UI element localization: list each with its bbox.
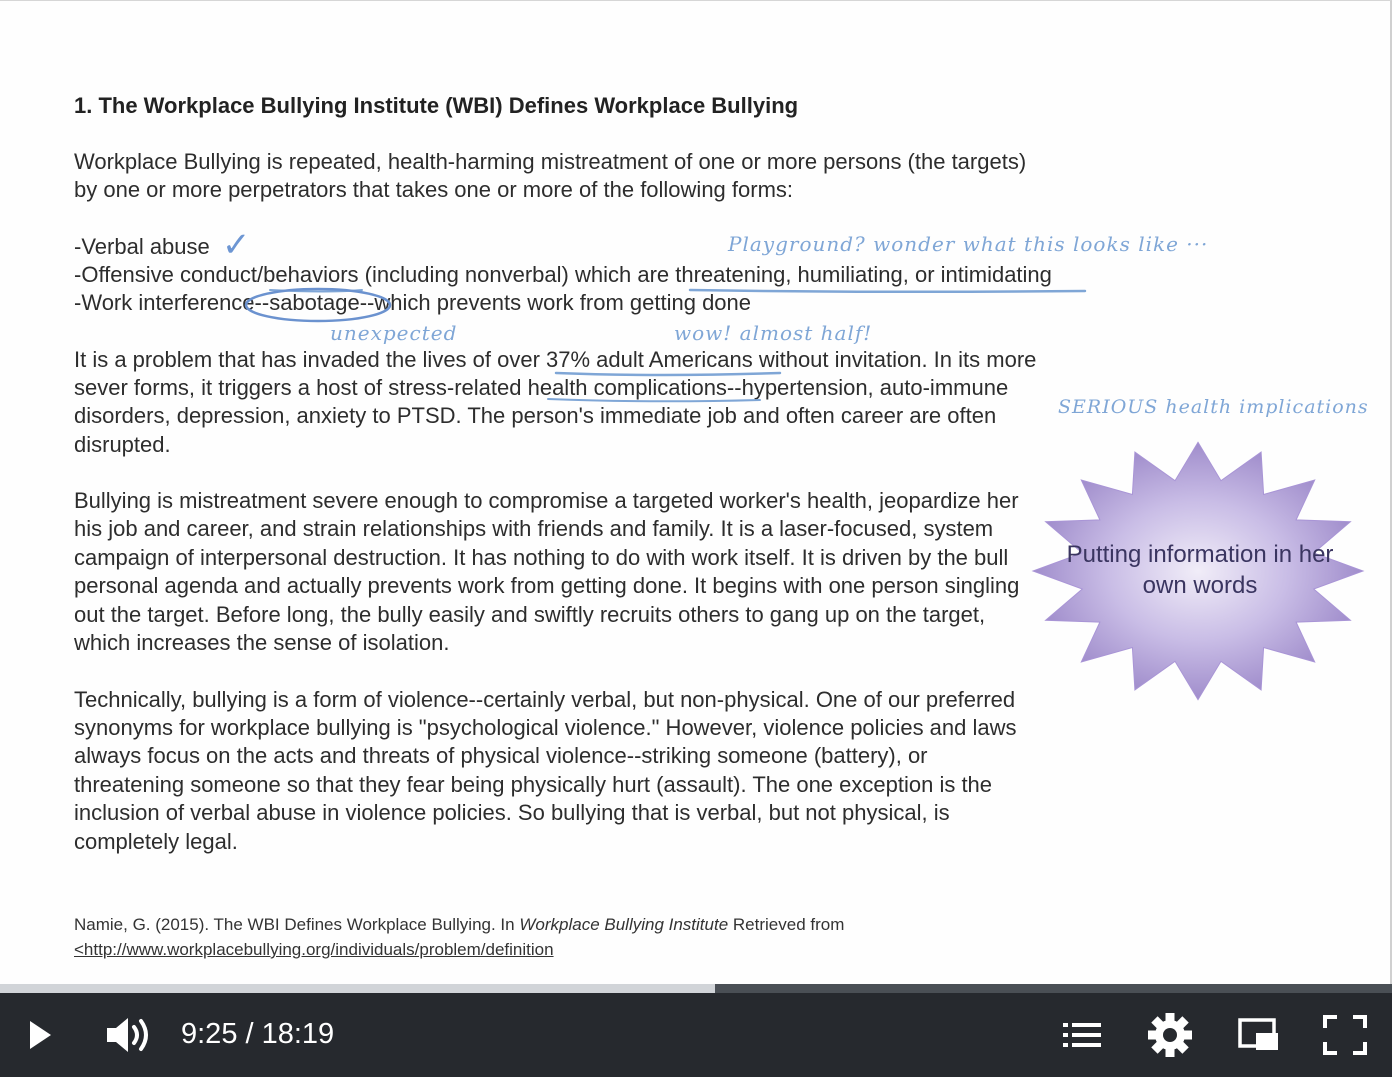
para2-line-5: out the target. Before long, the bully e… <box>74 602 986 627</box>
volume-icon[interactable] <box>102 1013 156 1057</box>
citation-prefix: Namie, G. (2015). The WBI Defines Workpl… <box>74 915 520 934</box>
annotation-serious: SERIOUS health implications <box>1058 396 1369 418</box>
form-work-interference: -Work interference--sabotage--which prev… <box>74 290 752 315</box>
callout-text: Putting information in her own words <box>1066 541 1334 599</box>
form-verbal-abuse: -Verbal abuse <box>74 234 210 259</box>
para3-line-5: inclusion of verbal abuse in violence po… <box>74 800 950 825</box>
annotation-unexpected: unexpected <box>330 321 458 345</box>
para1-line-1: It is a problem that has invaded the liv… <box>74 347 1037 372</box>
slide-title: 1. The Workplace Bullying Institute (WBI… <box>74 93 799 118</box>
picture-in-picture-icon[interactable] <box>1236 1015 1282 1055</box>
intro-line-2: by one or more perpetrators that takes o… <box>74 177 794 202</box>
chapters-list-icon[interactable] <box>1060 1017 1104 1053</box>
citation-source: Workplace Bullying Institute <box>519 915 729 934</box>
para3-line-1: Technically, bullying is a form of viole… <box>74 687 1016 712</box>
para3-line-2: synonyms for workplace bullying is "psyc… <box>74 715 1017 740</box>
citation-suffix: Retrieved from <box>728 915 845 934</box>
para3-line-4: threatening someone so that they fear be… <box>74 772 993 797</box>
para2-line-2: his job and career, and strain relations… <box>74 516 994 541</box>
para1-line-2: sever forms, it triggers a host of stres… <box>74 375 1009 400</box>
para2-line-3: campaign of interpersonal destruction. I… <box>74 545 1009 570</box>
para2-line-6: which increases the sense of isolation. <box>74 630 450 655</box>
progress-played <box>0 984 715 993</box>
gear-icon[interactable] <box>1145 1010 1195 1060</box>
para3-line-3: always focus on the acts and threats of … <box>74 743 928 768</box>
time-display: 9:25 / 18:19 <box>181 1018 335 1050</box>
checkmark-icon: ✓ <box>222 225 252 265</box>
para3-line-6: completely legal. <box>74 829 238 854</box>
progress-bar[interactable] <box>0 984 1392 993</box>
annotation-almost-half: wow! almost half! <box>674 321 873 345</box>
citation-url-link[interactable]: <http://www.workplacebullying.org/indivi… <box>74 940 554 960</box>
para1-line-4: disrupted. <box>74 432 171 457</box>
citation-line-1: Namie, G. (2015). The WBI Defines Workpl… <box>74 915 844 935</box>
para2-line-4: personal agenda and actually prevents wo… <box>74 573 1020 598</box>
play-icon[interactable] <box>22 1015 58 1055</box>
form-offensive-conduct: -Offensive conduct/behaviors (including … <box>74 262 1052 287</box>
para1-line-3: disorders, depression, anxiety to PTSD. … <box>74 403 997 428</box>
fullscreen-icon[interactable] <box>1320 1013 1370 1057</box>
para2-block: Bullying is mistreatment severe enough t… <box>74 487 1064 667</box>
annotation-playground: Playground? wonder what this looks like … <box>728 232 1209 256</box>
intro-line-1: Workplace Bullying is repeated, health-h… <box>74 149 1027 174</box>
lecture-slide: 1. The Workplace Bullying Institute (WBI… <box>0 0 1392 984</box>
para2-line-1: Bullying is mistreatment severe enough t… <box>74 488 1019 513</box>
